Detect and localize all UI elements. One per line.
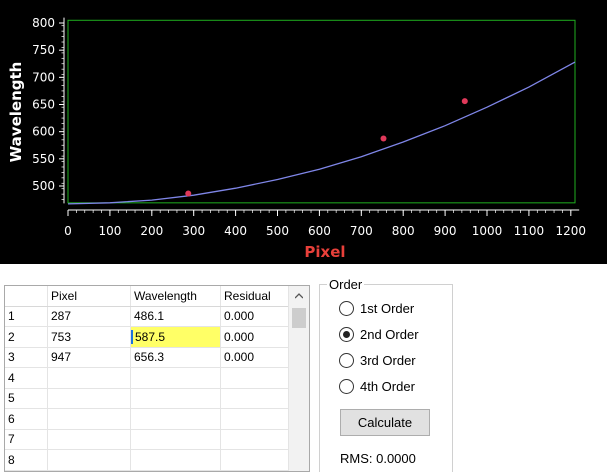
pixel-cell[interactable] — [47, 388, 131, 409]
residual-cell[interactable] — [220, 408, 293, 430]
pixel-cell[interactable]: 947 — [47, 347, 131, 368]
x-axis-label: Pixel — [304, 243, 345, 261]
order-option-label: 2nd Order — [360, 326, 419, 342]
y-tick-label: 750 — [32, 43, 55, 57]
table-row[interactable]: 3 947 656.3 0.000 — [5, 347, 293, 368]
pixel-cell[interactable]: 287 — [47, 306, 131, 327]
row-index-cell: 5 — [5, 388, 48, 409]
radio-button[interactable] — [339, 378, 354, 394]
x-tick-label: 1000 — [472, 224, 503, 238]
table-row[interactable]: 7 — [5, 429, 293, 450]
scrollbar-thumb[interactable] — [292, 308, 306, 328]
radio-button[interactable] — [339, 326, 354, 342]
table-row[interactable]: 2 753 587.5 0.000 — [5, 326, 293, 348]
residual-cell[interactable] — [220, 367, 293, 389]
residual-cell[interactable] — [220, 388, 293, 409]
wavelength-cell[interactable] — [130, 388, 221, 409]
radio-button[interactable] — [339, 300, 354, 316]
y-tick-label: 600 — [32, 125, 55, 139]
order-option-3[interactable]: 3rd Order — [339, 351, 416, 369]
x-tick-label: 1200 — [556, 224, 587, 238]
calculate-button[interactable]: Calculate — [340, 409, 430, 436]
order-option-label: 3rd Order — [360, 352, 416, 368]
calibration-chart: 500 550 600 650 700 750 800 0 100 200 300 400 500 600… — [0, 0, 607, 264]
x-tick-label: 500 — [266, 224, 289, 238]
x-tick-label: 400 — [224, 224, 247, 238]
residual-cell[interactable]: 0.000 — [220, 326, 293, 348]
y-tick-label: 700 — [32, 70, 55, 84]
x-tick-label: 0 — [64, 224, 72, 238]
order-option-label: 4th Order — [360, 378, 415, 394]
pixel-cell[interactable] — [47, 408, 131, 430]
table-row[interactable]: 1 287 486.1 0.000 — [5, 306, 293, 327]
row-index-cell: 4 — [5, 367, 48, 389]
x-tick-label: 600 — [308, 224, 331, 238]
y-tick-label: 500 — [32, 179, 55, 193]
wavelength-cell-editing[interactable]: 587.5 — [130, 326, 221, 348]
header-residual[interactable]: Residual — [220, 286, 293, 307]
radio-button[interactable] — [339, 352, 354, 368]
wavelength-cell[interactable] — [130, 408, 221, 430]
plot-frame — [67, 19, 576, 204]
header-index — [5, 286, 48, 307]
order-option-1[interactable]: 1st Order — [339, 299, 414, 317]
row-index-cell: 1 — [5, 306, 48, 327]
residual-cell[interactable]: 0.000 — [220, 347, 293, 368]
table-scrollbar[interactable] — [288, 286, 309, 471]
residual-cell[interactable] — [220, 429, 293, 450]
calibration-table[interactable]: Pixel Wavelength Residual 1 287 486.1 0.000… — [4, 285, 310, 472]
x-tick-label: 1100 — [514, 224, 545, 238]
table-row[interactable]: 4 — [5, 367, 293, 389]
wavelength-cell[interactable]: 486.1 — [130, 306, 221, 327]
wavelength-cell[interactable] — [130, 429, 221, 450]
row-index-cell: 8 — [5, 449, 48, 471]
y-tick-label: 550 — [32, 152, 55, 166]
pixel-cell[interactable] — [47, 449, 131, 471]
fit-curve — [67, 61, 576, 205]
calibration-point — [461, 98, 468, 105]
table-row[interactable]: 6 — [5, 408, 293, 430]
order-option-4[interactable]: 4th Order — [339, 377, 415, 395]
header-wavelength[interactable]: Wavelength — [130, 286, 221, 307]
pixel-cell[interactable] — [47, 429, 131, 450]
wavelength-cell[interactable] — [130, 449, 221, 471]
row-index-cell: 7 — [5, 429, 48, 450]
pixel-cell[interactable]: 753 — [47, 326, 131, 348]
table-row[interactable]: 5 — [5, 388, 293, 409]
order-option-label: 1st Order — [360, 300, 415, 316]
scroll-up-icon[interactable] — [295, 292, 303, 300]
wavelength-cell[interactable] — [130, 367, 221, 389]
order-group-title: Order — [327, 277, 365, 292]
residual-cell[interactable] — [220, 449, 293, 471]
pixel-cell[interactable] — [47, 367, 131, 389]
calibration-point — [185, 190, 192, 197]
table-row[interactable]: 8 — [5, 449, 293, 471]
residual-cell[interactable]: 0.000 — [220, 306, 293, 327]
row-index-cell: 6 — [5, 408, 48, 430]
x-tick-label: 200 — [140, 224, 163, 238]
table-header-row: Pixel Wavelength Residual — [5, 286, 293, 307]
y-tick-label: 650 — [32, 98, 55, 112]
rms-readout: RMS: 0.0000 — [340, 451, 416, 466]
x-tick-label: 300 — [182, 224, 205, 238]
x-tick-label: 900 — [434, 224, 457, 238]
x-tick-label: 700 — [350, 224, 373, 238]
calibration-point — [380, 135, 387, 142]
header-pixel[interactable]: Pixel — [47, 286, 131, 307]
wavelength-cell[interactable]: 656.3 — [130, 347, 221, 368]
y-axis-label: Wavelength — [7, 62, 25, 163]
row-index-cell: 3 — [5, 347, 48, 368]
order-option-2[interactable]: 2nd Order — [339, 325, 419, 343]
row-index-cell: 2 — [5, 326, 48, 348]
x-tick-label: 100 — [98, 224, 121, 238]
y-tick-label: 800 — [32, 16, 55, 30]
x-tick-label: 800 — [392, 224, 415, 238]
